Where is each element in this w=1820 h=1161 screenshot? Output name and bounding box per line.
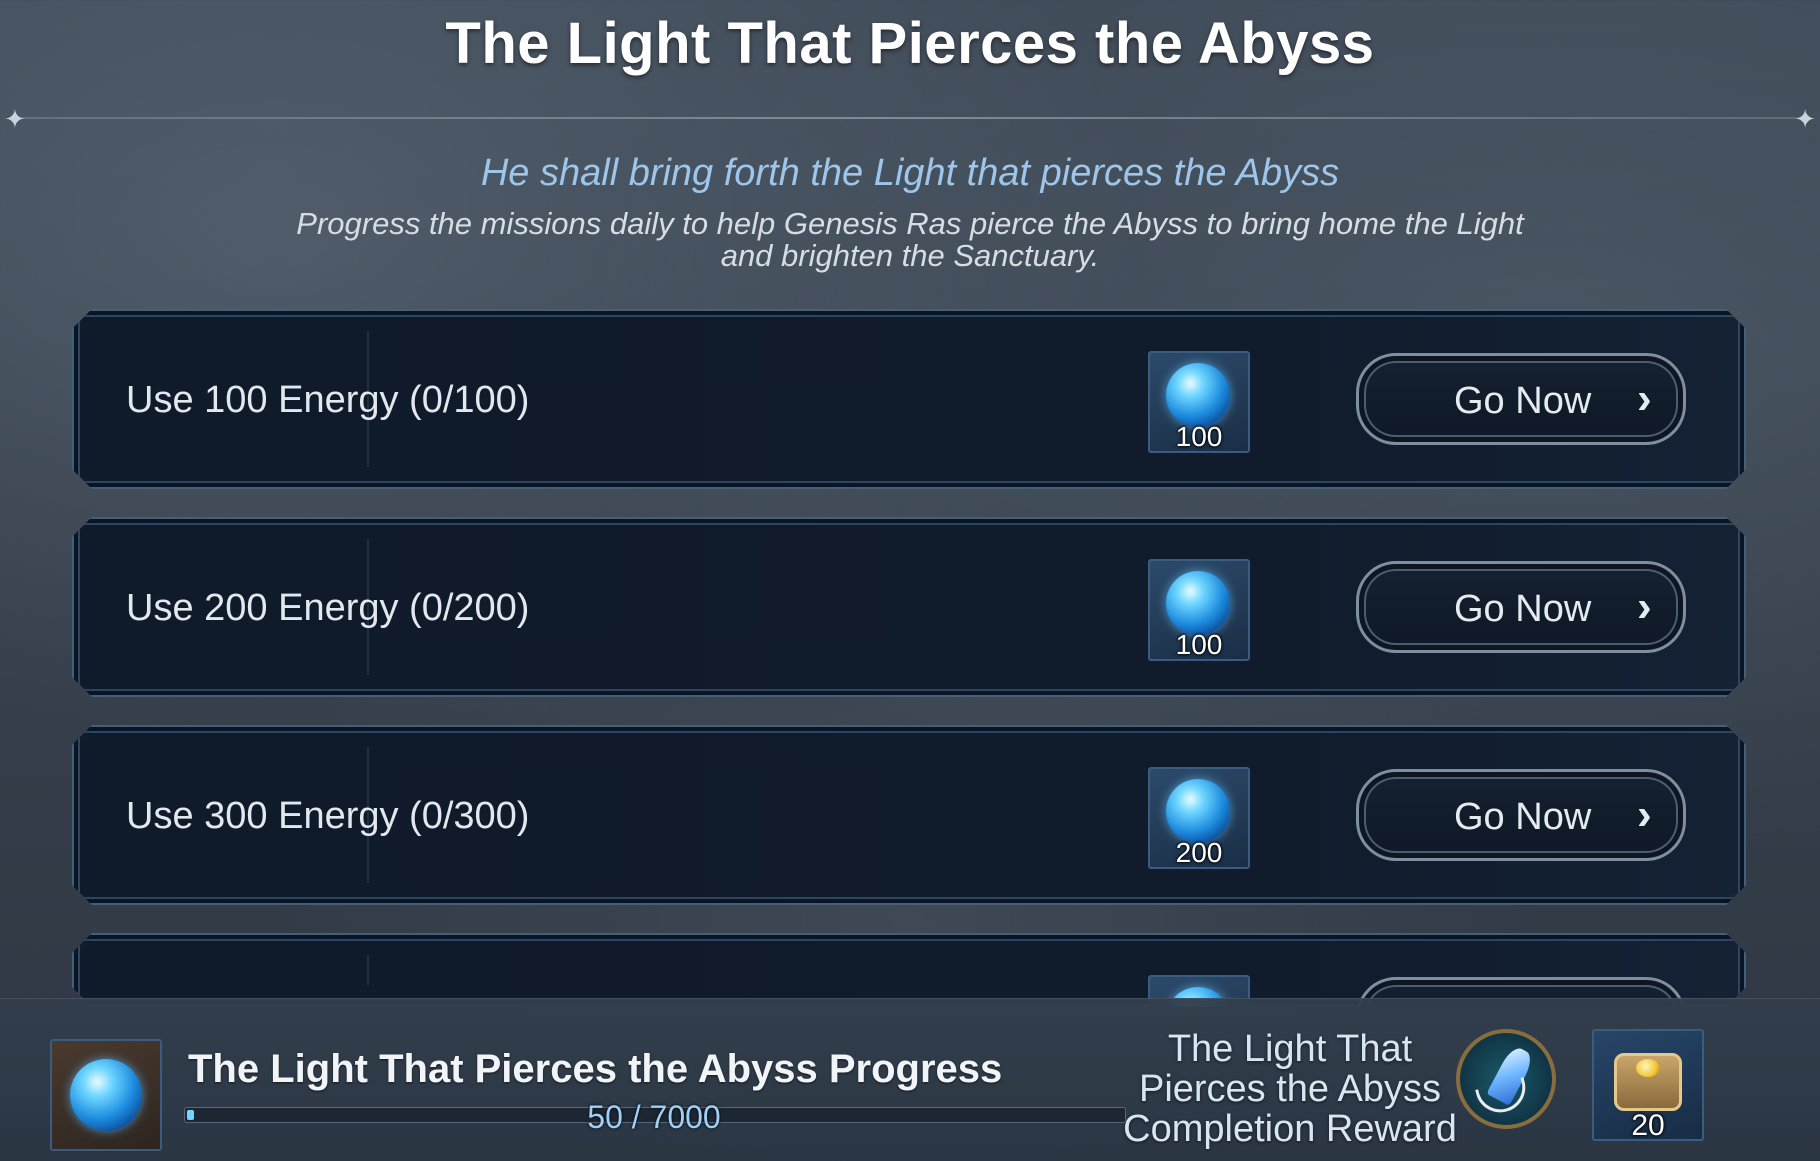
reward-count: 100 bbox=[1175, 629, 1223, 660]
chevron-right-icon: › bbox=[1637, 374, 1652, 423]
completion-reward-label: The Light That Pierces the Abyss Complet… bbox=[1123, 1028, 1457, 1150]
chevron-right-icon: › bbox=[1637, 582, 1652, 631]
go-now-button[interactable]: Go Now › bbox=[1356, 353, 1686, 445]
mission-row: Use 200 Energy (0/200) 100 Go Now › bbox=[72, 517, 1746, 697]
mission-label: Use 200 Energy (0/200) bbox=[126, 587, 530, 629]
energy-orb-icon bbox=[1166, 363, 1230, 427]
chest-count: 20 bbox=[1631, 1109, 1665, 1142]
reward-slot[interactable]: 200 bbox=[1148, 767, 1250, 869]
row-divider bbox=[367, 955, 369, 985]
chest-gem-icon bbox=[1636, 1059, 1660, 1077]
mission-row-partial[interactable] bbox=[72, 933, 1746, 1007]
reward-slot[interactable]: 100 bbox=[1148, 351, 1250, 453]
energy-orb-icon bbox=[1166, 571, 1230, 635]
energy-orb-icon bbox=[1166, 779, 1230, 843]
go-now-label: Go Now bbox=[1454, 380, 1592, 422]
go-now-button[interactable]: Go Now › bbox=[1356, 561, 1686, 653]
mission-row: Use 300 Energy (0/300) 200 Go Now › bbox=[72, 725, 1746, 905]
progress-title: The Light That Pierces the Abyss Progres… bbox=[188, 1047, 1003, 1091]
header-divider bbox=[10, 117, 1810, 119]
energy-orb-icon bbox=[70, 1059, 142, 1131]
event-description: Progress the missions daily to help Gene… bbox=[296, 206, 1524, 273]
progress-icon-slot bbox=[50, 1039, 162, 1151]
wing-icon bbox=[1475, 1077, 1531, 1118]
go-now-button[interactable]: Go Now › bbox=[1356, 769, 1686, 861]
crystal-medal-icon[interactable] bbox=[1456, 1029, 1556, 1129]
divider-star-icon: ✦ bbox=[4, 104, 26, 134]
mission-label: Use 100 Energy (0/100) bbox=[126, 379, 530, 421]
progress-panel: The Light That Pierces the Abyss Progres… bbox=[0, 998, 1820, 1161]
event-subtitle: He shall bring forth the Light that pier… bbox=[480, 152, 1340, 194]
reward-chest-slot[interactable]: 20 bbox=[1592, 1029, 1704, 1142]
reward-slot[interactable]: 100 bbox=[1148, 559, 1250, 661]
reward-count: 100 bbox=[1175, 421, 1223, 452]
divider-star-icon: ✦ bbox=[1794, 104, 1816, 134]
mission-label: Use 300 Energy (0/300) bbox=[126, 795, 530, 837]
progress-text: 50 / 7000 bbox=[587, 1099, 721, 1135]
go-now-label: Go Now bbox=[1454, 588, 1592, 630]
page-title: The Light That Pierces the Abyss bbox=[445, 11, 1375, 76]
reward-count: 200 bbox=[1175, 837, 1223, 868]
go-now-label: Go Now bbox=[1454, 796, 1592, 838]
mission-row: Use 100 Energy (0/100) 100 Go Now › bbox=[72, 309, 1746, 489]
chevron-right-icon: › bbox=[1637, 790, 1652, 839]
